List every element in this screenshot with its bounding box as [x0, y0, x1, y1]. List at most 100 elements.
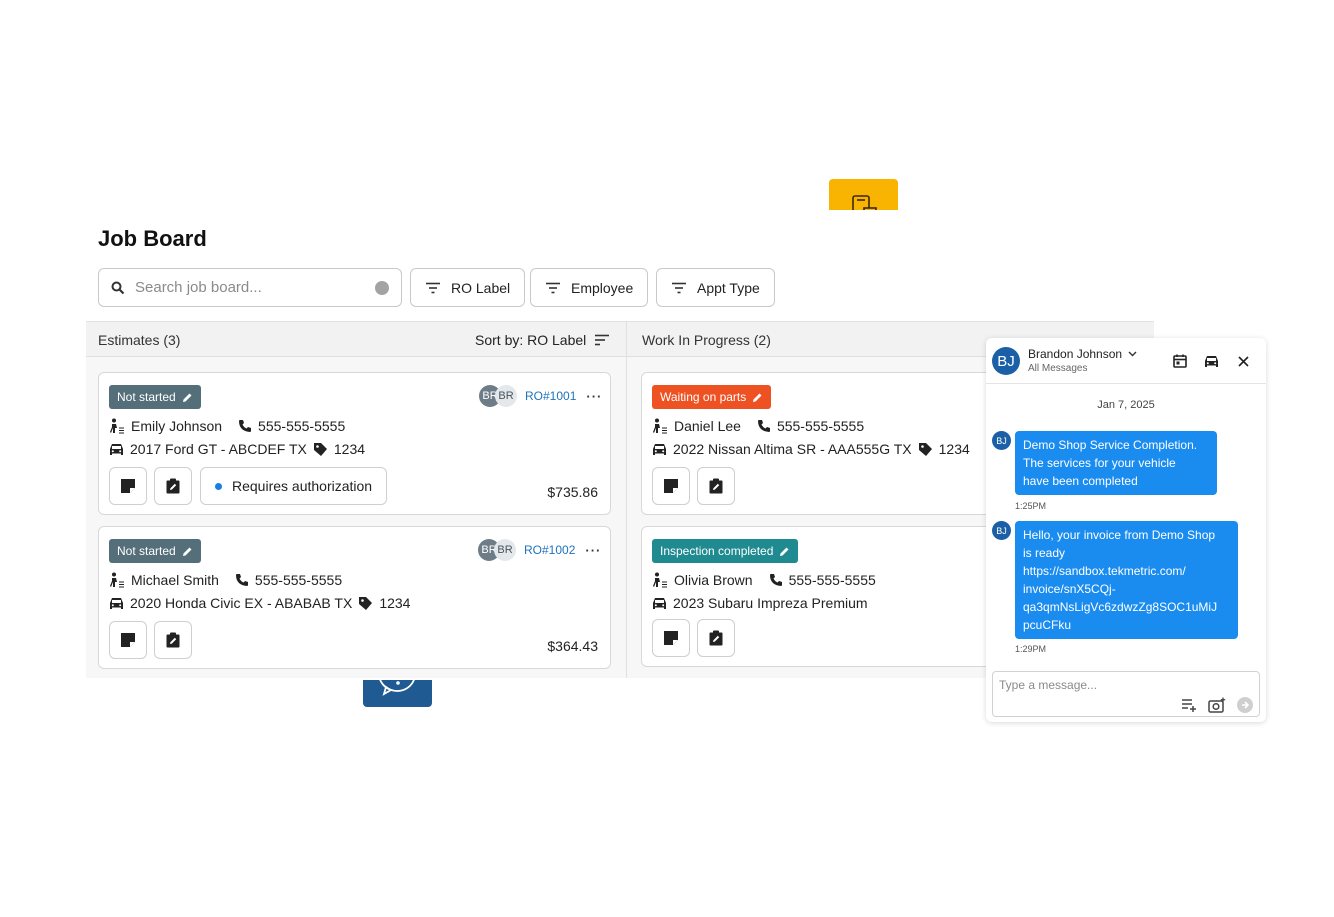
tag-icon: [313, 442, 327, 456]
car-icon: [653, 443, 666, 455]
clear-search-icon[interactable]: [375, 280, 389, 295]
customer-name: Daniel Lee: [674, 418, 741, 434]
clipboard-edit-icon: [709, 630, 723, 646]
vehicle-line: 2017 Ford GT - ABCDEF TX 1234: [109, 441, 365, 457]
templates-button[interactable]: [1180, 696, 1198, 714]
tag-icon: [359, 596, 373, 610]
card-price: $735.86: [547, 484, 598, 500]
chat-subtitle: All Messages: [1028, 363, 1088, 374]
avatar: BR: [495, 385, 517, 407]
search-box[interactable]: [98, 268, 402, 307]
search-input[interactable]: [135, 279, 375, 296]
job-card[interactable]: Not started BR BR RO#1002 ··· Michael Sm…: [98, 526, 611, 669]
filter-appt-type-button[interactable]: Appt Type: [656, 268, 775, 307]
filter-icon: [672, 282, 686, 293]
customer-phone: 555-555-5555: [776, 418, 865, 434]
message-time: 1:25PM: [1015, 501, 1047, 511]
customer-name: Olivia Brown: [674, 572, 753, 588]
filter-icon: [426, 282, 440, 293]
chat-panel: BJ Brandon Johnson All Messages Jan 7, 2…: [986, 338, 1266, 722]
filter-ro-label-button[interactable]: RO Label: [410, 268, 526, 307]
message-bubble: Hello, your invoice from Demo Shop is re…: [1015, 521, 1238, 639]
avatar: BJ: [992, 347, 1020, 375]
customer-line: Daniel Lee 555-555-5555: [652, 418, 864, 434]
tag-icon: [918, 442, 932, 456]
more-options-icon[interactable]: ···: [586, 389, 602, 404]
car-icon: [110, 597, 123, 609]
vehicle-description: 2022 Nissan Altima SR - AAA555G TX: [673, 441, 912, 457]
sticky-note-icon: [121, 479, 135, 493]
inspection-button[interactable]: [154, 467, 192, 505]
chevron-down-icon: [1128, 351, 1137, 357]
notes-button[interactable]: [109, 621, 147, 659]
phone-icon: [239, 420, 252, 432]
column-divider: [626, 321, 627, 678]
assigned-avatars: BR BR RO#1001 ···: [479, 385, 602, 407]
car-icon: [653, 597, 666, 609]
send-button[interactable]: [1236, 696, 1254, 714]
pencil-icon: [780, 547, 789, 556]
close-button[interactable]: [1235, 353, 1251, 369]
filter-label: RO Label: [451, 279, 511, 296]
calendar-button[interactable]: [1172, 353, 1188, 369]
customer-phone: 555-555-5555: [254, 572, 343, 588]
column-title-estimates: Estimates (3): [98, 332, 181, 348]
clipboard-edit-icon: [166, 632, 180, 648]
status-badge[interactable]: Waiting on parts: [652, 385, 772, 409]
message-bubble: Demo Shop Service Completion. The servic…: [1015, 431, 1217, 495]
customer-line: Michael Smith 555-555-5555: [109, 572, 342, 588]
sticky-note-icon: [664, 479, 678, 493]
contact-selector[interactable]: Brandon Johnson: [1028, 347, 1137, 361]
sticky-note-icon: [121, 633, 135, 647]
ro-number-link[interactable]: RO#1002: [524, 543, 575, 557]
pencil-icon: [182, 393, 192, 402]
tag-value: 1234: [938, 441, 970, 457]
phone-icon: [769, 574, 782, 586]
customer-line: Olivia Brown 555-555-5555: [652, 572, 876, 588]
column-title-wip: Work In Progress (2): [642, 332, 771, 348]
message-input[interactable]: [999, 678, 1239, 692]
close-icon: [1237, 355, 1249, 367]
message-text: Demo Shop Service Completion. The servic…: [1023, 438, 1198, 488]
customer-name: Michael Smith: [131, 572, 219, 588]
status-badge[interactable]: Inspection completed: [652, 539, 799, 563]
customer-phone: 555-555-5555: [258, 418, 346, 434]
status-badge[interactable]: Not started: [109, 385, 201, 409]
vehicle-line: 2023 Subaru Impreza Premium: [652, 595, 868, 611]
status-badge[interactable]: Not started: [109, 539, 201, 563]
status-label: Inspection completed: [660, 544, 774, 558]
customer-line: Emily Johnson 555-555-5555: [109, 418, 345, 434]
notes-button[interactable]: [652, 467, 690, 505]
message-composer: [992, 671, 1260, 717]
avatar: BJ: [992, 431, 1011, 450]
filter-employee-button[interactable]: Employee: [530, 268, 649, 307]
authorization-label: Requires authorization: [232, 478, 373, 494]
chat-header: BJ Brandon Johnson All Messages: [986, 338, 1266, 384]
vehicle-button[interactable]: [1203, 353, 1219, 369]
notes-button[interactable]: [652, 619, 690, 657]
message-date: Jan 7, 2025: [1097, 399, 1155, 411]
calendar-icon: [1173, 354, 1187, 368]
customer-icon: [653, 572, 667, 588]
sort-control[interactable]: Sort by: RO Label: [475, 332, 610, 348]
more-options-icon[interactable]: ···: [585, 543, 601, 558]
message-time: 1:29PM: [1015, 644, 1047, 654]
pencil-icon: [753, 393, 762, 402]
attach-photo-button[interactable]: [1208, 696, 1226, 714]
sort-icon: [595, 334, 610, 346]
inspection-button[interactable]: [697, 619, 735, 657]
camera-add-icon: [1208, 697, 1226, 713]
assigned-avatars: BR BR RO#1002 ···: [478, 539, 601, 561]
job-card[interactable]: Not started BR BR RO#1001 ··· Emily John…: [98, 372, 611, 515]
send-icon: [1237, 697, 1253, 713]
ro-number-link[interactable]: RO#1001: [525, 389, 576, 403]
inspection-button[interactable]: [697, 467, 735, 505]
clipboard-edit-icon: [166, 478, 180, 494]
sticky-note-icon: [664, 631, 678, 645]
inspection-button[interactable]: [154, 621, 192, 659]
vehicle-line: 2020 Honda Civic EX - ABABAB TX 1234: [109, 595, 410, 611]
status-label: Not started: [117, 544, 176, 558]
requires-authorization-button[interactable]: Requires authorization: [200, 467, 388, 505]
vehicle-description: 2020 Honda Civic EX - ABABAB TX: [130, 595, 353, 611]
notes-button[interactable]: [109, 467, 147, 505]
